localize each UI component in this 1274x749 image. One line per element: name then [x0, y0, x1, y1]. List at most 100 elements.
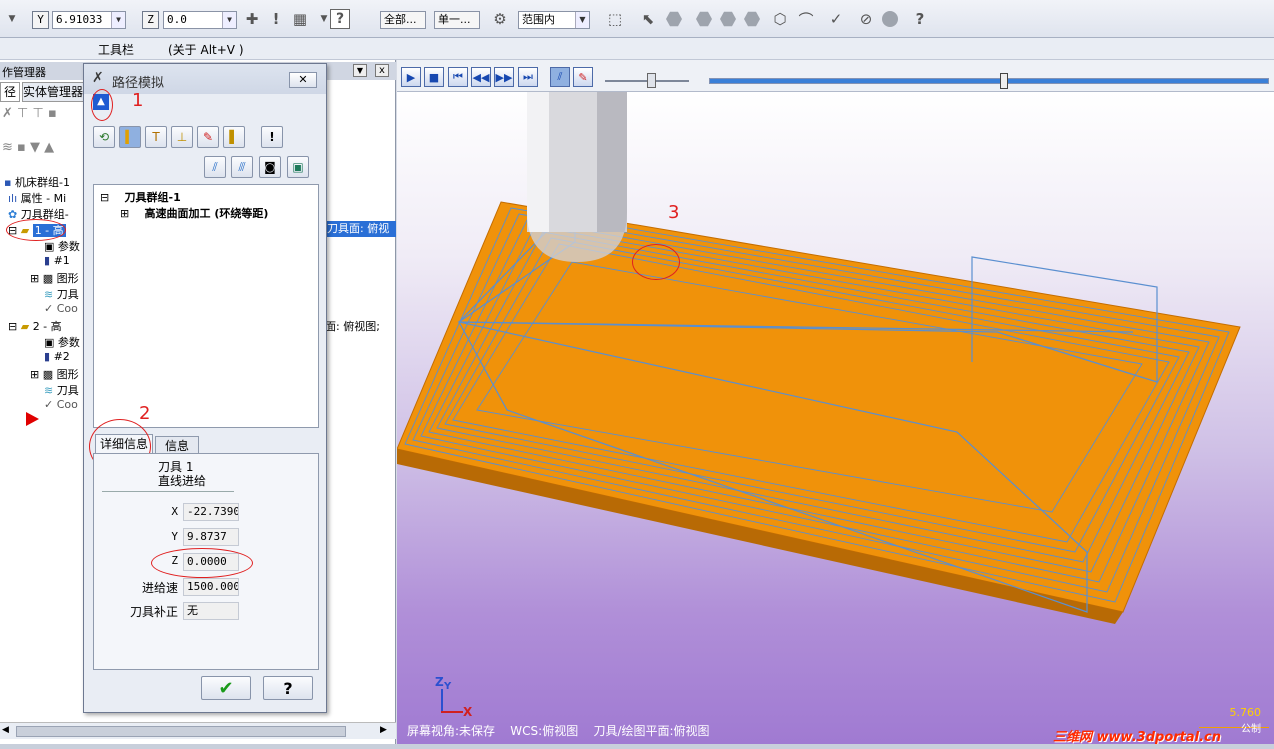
path-all-icon[interactable]: ⫻ [231, 156, 253, 178]
tree-tool-1[interactable]: ▮ #1 [44, 254, 70, 267]
rewind-tool-icon[interactable]: ⟲ [93, 126, 115, 148]
verify-icon[interactable]: ✓ [826, 9, 846, 29]
menu-toolbar[interactable]: 工具栏 [98, 41, 134, 58]
step-forward-icon[interactable]: ▶▶ [494, 67, 514, 87]
show-fixture-icon[interactable]: ⊥ [171, 126, 193, 148]
path-mode-icon[interactable]: ⫽ [204, 156, 226, 178]
y-value-field: 9.8737 [183, 528, 239, 546]
show-holder-icon[interactable]: T [145, 126, 167, 148]
watermark: 三维网 www.3dportal.cn [1053, 730, 1222, 744]
tab-solid-manager[interactable]: 实体管理器 [22, 82, 84, 102]
trace-color-icon[interactable]: ✎ [197, 126, 219, 148]
scroll-left-icon[interactable]: ◀ [2, 725, 9, 735]
coolant-icon: ✓ [44, 398, 54, 411]
exclaim-icon[interactable]: ! [266, 9, 286, 29]
tree-geom-2[interactable]: ⊞ ▩ 图形 [30, 366, 79, 382]
save-icon[interactable]: ▣ [287, 156, 309, 178]
dlg-tree-root[interactable]: ⊟ 刀具群组-1 [100, 189, 181, 205]
stop-icon[interactable]: ■ [424, 67, 444, 87]
operation-tree[interactable]: ⊟ 刀具群组-1 ⊞ 高速曲面加工 (环绕等距) [93, 184, 319, 428]
solid-select-icon[interactable] [664, 9, 684, 29]
tree-path-2[interactable]: ≋ 刀具 [44, 382, 79, 398]
tree-params-2[interactable]: ▣ 参数 [44, 334, 80, 350]
graphics-viewport[interactable]: 3 Z Y X 屏幕视角:未保存 WCS:俯视图 刀具/绘图平面:俯视图 5.7… [397, 92, 1274, 744]
dlg-tree-child[interactable]: ⊞ 高速曲面加工 (环绕等距) [120, 205, 268, 221]
progress-track[interactable] [709, 73, 1269, 89]
chevron-down-icon[interactable]: ▼ [111, 12, 125, 28]
rewind-start-icon[interactable]: ⏮ [448, 67, 468, 87]
fast-forward-end-icon[interactable]: ⏭ [518, 67, 538, 87]
tree-machine-group[interactable]: ▪ 机床群组-1 [4, 174, 70, 190]
tree-coolant-2[interactable]: ✓ Coo [44, 398, 78, 411]
tree-op-2[interactable]: ⊟ ▰ 2 - 高 [8, 318, 62, 334]
tree-coolant-1[interactable]: ✓ Coo [44, 302, 78, 315]
autocursor-icon[interactable]: ▦ [290, 9, 310, 29]
axis-triad: Z Y X [433, 675, 483, 720]
speed-slider-thumb[interactable] [647, 73, 656, 88]
warning-icon[interactable]: ! [261, 126, 283, 148]
toolpath-icon: ≋ [44, 288, 54, 301]
hex-select-icon-1[interactable] [694, 9, 714, 29]
show-tool-icon[interactable]: ▍ [119, 126, 141, 148]
fast-point-icon[interactable]: ✚ [242, 9, 262, 29]
no-entry-icon[interactable]: ⊘ [856, 9, 876, 29]
play-icon[interactable]: ▶ [401, 67, 421, 87]
scroll-right-icon[interactable]: ▶ [380, 725, 387, 735]
tree-geom-1[interactable]: ⊞ ▩ 图形 [30, 270, 79, 286]
z-coord-input[interactable]: 0.0 ▼ [163, 11, 237, 29]
simulation-control-bar: ▶ ■ ⏮ ◀◀ ▶▶ ⏭ ⫽ ✎ [397, 60, 1274, 92]
scroll-thumb[interactable] [16, 726, 346, 737]
select-all-button[interactable]: 全部... [380, 11, 426, 29]
help-icon[interactable]: ? [330, 9, 350, 29]
top-toolbar: ▼ Y 6.91033 ▼ Z 0.0 ▼ ✚ ! ▦ ▼ ? 全部... 单一..… [0, 0, 1274, 38]
axis-line-z [441, 689, 443, 713]
cube-icon[interactable]: ⬡ [770, 9, 790, 29]
pointer-icon[interactable]: ⬉ [638, 9, 658, 29]
trace-mode-icon[interactable]: ⫽ [550, 67, 570, 87]
collapse-icon[interactable]: ⊟ [100, 191, 109, 204]
step-back-icon[interactable]: ◀◀ [471, 67, 491, 87]
y-coord-input[interactable]: 6.91033 ▼ [52, 11, 126, 29]
gear-icon[interactable]: ⚙ [490, 9, 510, 29]
menu-about[interactable]: (关于 Alt+V ) [168, 41, 244, 58]
expand-icon[interactable]: ⊟ [8, 320, 17, 333]
tool-shape-icon[interactable]: ▌ [223, 126, 245, 148]
select-single-button[interactable]: 单一... [434, 11, 480, 29]
y-label: Y [171, 530, 178, 543]
feed-value: 1500.0000 [187, 580, 238, 593]
pin-dropdown-icon[interactable]: ▼ [353, 64, 367, 77]
speed-slider[interactable] [605, 73, 689, 88]
tree-params-1[interactable]: ▣ 参数 [44, 238, 80, 254]
expand-icon[interactable]: ⊞ [30, 272, 39, 285]
close-button[interactable]: ✕ [289, 72, 317, 88]
expand-icon[interactable]: ⊞ [120, 207, 129, 220]
select-window-icon[interactable]: ⬚ [600, 9, 630, 29]
dialog-titlebar[interactable]: ✗ 路径模拟 ✕ [84, 64, 326, 94]
tree-path-1[interactable]: ≋ 刀具 [44, 286, 79, 302]
range-select[interactable]: 范围内 ▼ [518, 11, 590, 29]
circle-icon[interactable] [880, 9, 900, 29]
hex-select-icon-3[interactable] [742, 9, 762, 29]
hex-select-icon-2[interactable] [718, 9, 738, 29]
close-icon[interactable]: x [375, 64, 389, 77]
tab-path[interactable]: 径 [0, 82, 20, 102]
camera-icon[interactable]: ◙ [259, 156, 281, 178]
expand-icon[interactable]: ⊞ [30, 368, 39, 381]
panel-hscrollbar[interactable]: ◀ ▶ [0, 722, 396, 739]
progress-fill [710, 79, 1268, 83]
dropdown-arrow-icon[interactable]: ▼ [2, 9, 22, 29]
help-button[interactable]: ? [263, 676, 313, 700]
chevron-down-icon[interactable]: ▼ [575, 12, 589, 28]
simulation-icon: ✗ [92, 70, 104, 86]
tree-tool-2[interactable]: ▮ #2 [44, 350, 70, 363]
ok-button[interactable]: ✔ [201, 676, 251, 700]
help-icon[interactable]: ? [910, 9, 930, 29]
geometry-icon: ▩ [42, 272, 54, 285]
tab-info[interactable]: 信息 [155, 436, 199, 454]
edge-select-icon[interactable]: ⌒ [796, 9, 816, 29]
chevron-down-icon[interactable]: ▼ [222, 12, 236, 28]
tree-properties[interactable]: ılı 属性 - Mi [8, 190, 66, 206]
tree-op-2-overflow: 面: 俯视图; [325, 318, 380, 334]
progress-thumb[interactable] [1000, 73, 1008, 89]
pen-icon[interactable]: ✎ [573, 67, 593, 87]
